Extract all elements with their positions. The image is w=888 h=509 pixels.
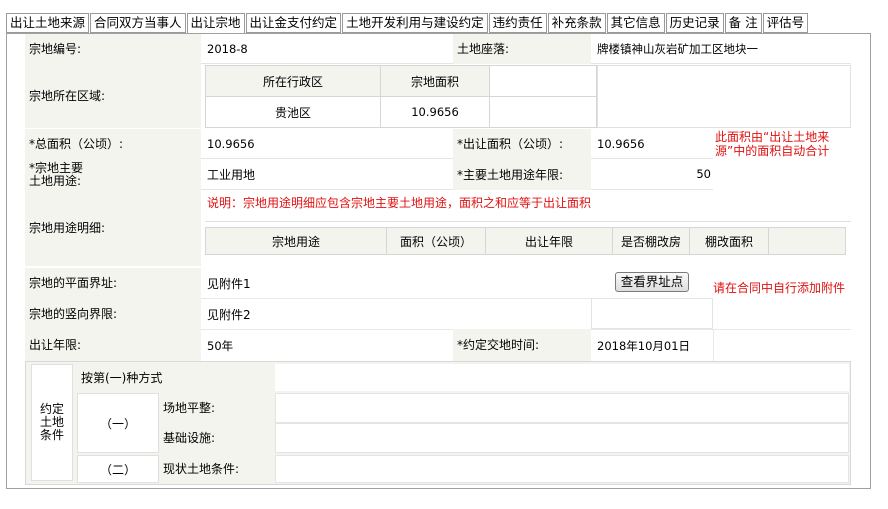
use-detail-header-5 — [768, 227, 846, 255]
use-detail-header-0: 宗地用途 — [205, 227, 387, 255]
total-area-value: 10.9656 — [201, 129, 453, 159]
conditions-method-blank — [275, 364, 849, 391]
vertical-boundary-label: 宗地的竖向界限: — [25, 298, 201, 329]
view-boundary-points-button[interactable]: 查看界址点 — [615, 272, 689, 292]
tab-2[interactable]: 出让宗地 — [186, 13, 245, 34]
delivery-time-label: *约定交地时间: — [453, 329, 591, 361]
transfer-area-label: *出让面积（公顷）: — [453, 129, 591, 159]
location-value: 牌楼镇神山灰岩矿加工区地块一 — [591, 34, 851, 64]
tab-7[interactable]: 其它信息 — [606, 13, 665, 33]
main-use-value: 工业用地 — [201, 159, 453, 190]
total-area-label: *总面积（公顷）: — [25, 129, 201, 159]
use-years-value: 50 — [591, 159, 713, 190]
use-detail-header-1: 面积（公顷） — [386, 227, 486, 255]
region-empty-value — [489, 96, 597, 128]
location-label: 土地座落: — [453, 34, 591, 64]
region-area-value: 10.9656 — [380, 96, 490, 128]
delivery-time-value: 2018年10月01日 — [591, 329, 713, 361]
transfer-area-value: 10.9656 — [591, 129, 713, 159]
conditions-label: 约定 土地 条件 — [31, 364, 73, 481]
plane-boundary-value: 见附件1 — [207, 276, 251, 291]
use-years-label: *主要土地用途年限: — [453, 159, 591, 190]
site-leveling-label: 场地平整: — [163, 401, 216, 415]
region-header-empty — [489, 65, 597, 97]
conditions-method: 按第(一)种方式 — [81, 370, 163, 385]
tab-1[interactable]: 合同双方当事人 — [90, 13, 186, 33]
use-detail-label: 宗地用途明细: — [25, 190, 201, 266]
current-condition-label: 现状土地条件: — [163, 462, 240, 476]
use-detail-header-3: 是否棚改房 — [612, 227, 690, 255]
vertical-blank — [591, 298, 713, 329]
term-value: 50年 — [201, 329, 453, 361]
option-1-label: （一） — [77, 393, 159, 453]
parcel-no-label: 宗地编号: — [25, 34, 201, 64]
tab-8[interactable]: 历史记录 — [665, 13, 724, 33]
region-label: 宗地所在区域: — [25, 64, 201, 128]
region-admin-value: 贵池区 — [205, 96, 381, 128]
parcel-form: 宗地编号: 2018-8 土地座落: 牌楼镇神山灰岩矿加工区地块一 宗地所在区域… — [6, 33, 871, 489]
region-blank — [597, 65, 851, 128]
transfer-area-note: 此面积由“出让土地来源”中的面积自动合计 — [715, 130, 830, 158]
option-2-label: （二） — [77, 455, 159, 483]
term-label: 出让年限: — [25, 329, 201, 361]
infrastructure-label: 基础设施: — [163, 431, 216, 445]
tab-3[interactable]: 出让金支付约定 — [245, 13, 342, 33]
tab-6[interactable]: 补充条款 — [547, 13, 606, 33]
plane-boundary-label: 宗地的平面界址: — [25, 268, 201, 298]
use-detail-spacer — [205, 212, 851, 222]
tab-9[interactable]: 备 注 — [724, 13, 762, 33]
tab-10[interactable]: 评估号 — [762, 13, 809, 33]
boundary-note: 请在合同中自行添加附件 — [713, 281, 846, 295]
tab-4[interactable]: 土地开发利用与建设约定 — [342, 13, 488, 33]
use-detail-header-2: 出让年限 — [485, 227, 613, 255]
tab-bar: 出让土地来源 合同双方当事人 出让宗地 出让金支付约定 土地开发利用与建设约定 违约责任补… — [6, 13, 809, 34]
site-leveling-field[interactable] — [275, 393, 849, 423]
use-detail-header-4: 棚改面积 — [689, 227, 769, 255]
region-header-admin: 所在行政区 — [205, 65, 381, 97]
delivery-blank — [713, 329, 851, 361]
tab-0[interactable]: 出让土地来源 — [6, 13, 90, 33]
use-detail-note: 说明：宗地用途明细应包含宗地主要土地用途，面积之和应等于出让面积 — [207, 196, 592, 210]
tab-5[interactable]: 违约责任 — [488, 13, 547, 33]
infrastructure-field[interactable] — [275, 423, 849, 453]
parcel-no-value: 2018-8 — [201, 34, 453, 64]
vertical-boundary-value: 见附件2 — [201, 298, 591, 329]
region-header-area: 宗地面积 — [380, 65, 490, 97]
main-use-label: *宗地主要 土地用途: — [25, 159, 201, 190]
current-condition-field[interactable] — [275, 455, 849, 483]
